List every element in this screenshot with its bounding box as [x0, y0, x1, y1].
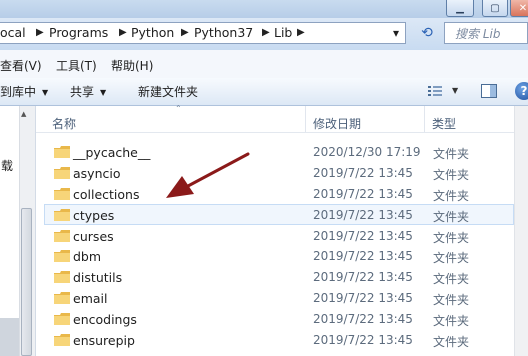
- folder-icon: [54, 230, 70, 242]
- folder-icon: [54, 167, 70, 179]
- file-type: 文件夹: [433, 189, 470, 203]
- close-icon: ✕: [518, 2, 528, 14]
- column-header-modified[interactable]: 修改日期: [313, 115, 361, 132]
- close-button[interactable]: ✕: [510, 0, 528, 17]
- share-button[interactable]: 共享 ▼: [70, 83, 106, 100]
- menu-view[interactable]: 查看(V): [0, 57, 42, 74]
- include-in-library-label: 到库中: [0, 85, 37, 99]
- file-name: collections: [73, 187, 140, 202]
- column-divider[interactable]: [424, 106, 425, 132]
- file-name: email: [73, 291, 108, 306]
- sort-ascending-icon: ⌃: [175, 104, 182, 113]
- folder-icon: [54, 334, 70, 346]
- list-item[interactable]: encodings 2019/7/22 13:45 文件夹: [44, 309, 514, 330]
- menu-tools[interactable]: 工具(T): [56, 57, 97, 74]
- list-item[interactable]: ensurepip 2019/7/22 13:45 文件夹: [44, 330, 514, 351]
- file-name: asyncio: [73, 166, 121, 181]
- column-divider[interactable]: [305, 106, 306, 132]
- view-dropdown-icon[interactable]: ▼: [452, 86, 458, 95]
- refresh-button[interactable]: ⟲: [416, 23, 438, 43]
- breadcrumb-separator[interactable]: ▶: [36, 27, 44, 39]
- file-type: 文件夹: [433, 147, 470, 161]
- minimize-button[interactable]: ▁: [446, 0, 474, 17]
- share-label: 共享: [70, 85, 95, 99]
- folder-icon: [54, 146, 70, 158]
- list-item[interactable]: email 2019/7/22 13:45 文件夹: [44, 288, 514, 309]
- folder-icon: [54, 271, 70, 283]
- file-name: encodings: [73, 312, 137, 327]
- file-list-scrollbar[interactable]: [514, 106, 528, 356]
- refresh-icon: ⟲: [421, 25, 433, 41]
- file-name: ensurepip: [73, 333, 135, 348]
- file-type: 文件夹: [433, 335, 470, 349]
- list-item[interactable]: curses 2019/7/22 13:45 文件夹: [44, 226, 514, 247]
- file-name: ctypes: [73, 208, 115, 223]
- navigation-scrollbar-thumb[interactable]: [21, 208, 32, 356]
- file-modified: 2020/12/30 17:19: [313, 145, 421, 159]
- preview-pane-button[interactable]: [481, 84, 497, 98]
- breadcrumb-python37[interactable]: Python37: [194, 26, 253, 40]
- file-name: __pycache__: [73, 145, 151, 160]
- breadcrumb-lib[interactable]: Lib: [274, 26, 292, 40]
- file-name: distutils: [73, 270, 123, 285]
- list-item[interactable]: asyncio 2019/7/22 13:45 文件夹: [44, 163, 514, 184]
- folder-icon: [54, 209, 70, 221]
- preview-pane-icon: [481, 84, 497, 98]
- breadcrumb-separator[interactable]: ▶: [181, 27, 189, 39]
- help-icon: ?: [520, 84, 528, 98]
- view-options-icon: [428, 86, 442, 96]
- navigation-pane-footer: [0, 318, 19, 356]
- file-type: 文件夹: [433, 231, 470, 245]
- file-type: 文件夹: [433, 314, 470, 328]
- file-modified: 2019/7/22 13:45: [313, 229, 413, 243]
- file-modified: 2019/7/22 13:45: [313, 249, 413, 263]
- dropdown-caret-icon: ▼: [42, 88, 49, 97]
- file-modified: 2019/7/22 13:45: [313, 187, 413, 201]
- breadcrumb-local[interactable]: ocal: [0, 26, 26, 40]
- column-header-type[interactable]: 类型: [432, 115, 456, 132]
- include-in-library-button[interactable]: 到库中 ▼: [0, 83, 48, 100]
- search-placeholder: 搜索 Lib: [455, 27, 501, 41]
- nav-item-fragment[interactable]: 载: [1, 157, 13, 174]
- file-name: curses: [73, 229, 114, 244]
- file-type: 文件夹: [433, 251, 470, 265]
- maximize-icon: ▢: [490, 2, 500, 14]
- column-header-name[interactable]: 名称: [52, 115, 76, 132]
- view-options-button[interactable]: [428, 85, 442, 97]
- folder-icon: [54, 250, 70, 262]
- file-modified: 2019/7/22 13:45: [313, 333, 413, 347]
- list-item-selected[interactable]: ctypes 2019/7/22 13:45 文件夹: [44, 204, 514, 225]
- file-type: 文件夹: [433, 210, 470, 224]
- breadcrumb-separator[interactable]: ▶: [119, 27, 127, 39]
- list-item[interactable]: collections 2019/7/22 13:45 文件夹: [44, 184, 514, 205]
- file-modified: 2019/7/22 13:45: [313, 166, 413, 180]
- scroll-up-icon[interactable]: ▲: [21, 110, 26, 118]
- breadcrumb-separator[interactable]: ▶: [262, 27, 270, 39]
- new-folder-button[interactable]: 新建文件夹: [138, 83, 198, 100]
- help-button[interactable]: ?: [515, 82, 528, 100]
- maximize-button[interactable]: ▢: [482, 0, 508, 17]
- menu-help[interactable]: 帮助(H): [111, 57, 153, 74]
- file-name: dbm: [73, 249, 102, 264]
- file-type: 文件夹: [433, 293, 470, 307]
- file-modified: 2019/7/22 13:45: [313, 270, 413, 284]
- dropdown-caret-icon: ▼: [100, 88, 107, 97]
- folder-icon: [54, 313, 70, 325]
- file-type: 文件夹: [433, 168, 470, 182]
- list-item[interactable]: distutils 2019/7/22 13:45 文件夹: [44, 267, 514, 288]
- folder-icon: [54, 188, 70, 200]
- file-type: 文件夹: [433, 272, 470, 286]
- list-item[interactable]: __pycache__ 2020/12/30 17:19 文件夹: [44, 142, 514, 163]
- file-modified: 2019/7/22 13:45: [313, 291, 413, 305]
- breadcrumb-programs[interactable]: Programs: [49, 26, 108, 40]
- minimize-icon: ▁: [456, 2, 464, 14]
- address-dropdown-icon[interactable]: ▾: [393, 26, 399, 40]
- file-modified: 2019/7/22 13:45: [313, 312, 413, 326]
- folder-icon: [54, 292, 70, 304]
- annotation-arrow: [166, 152, 250, 198]
- list-item[interactable]: dbm 2019/7/22 13:45 文件夹: [44, 246, 514, 267]
- breadcrumb-separator[interactable]: ▶: [297, 27, 305, 39]
- file-modified: 2019/7/22 13:45: [313, 208, 413, 222]
- breadcrumb-python[interactable]: Python: [131, 26, 174, 40]
